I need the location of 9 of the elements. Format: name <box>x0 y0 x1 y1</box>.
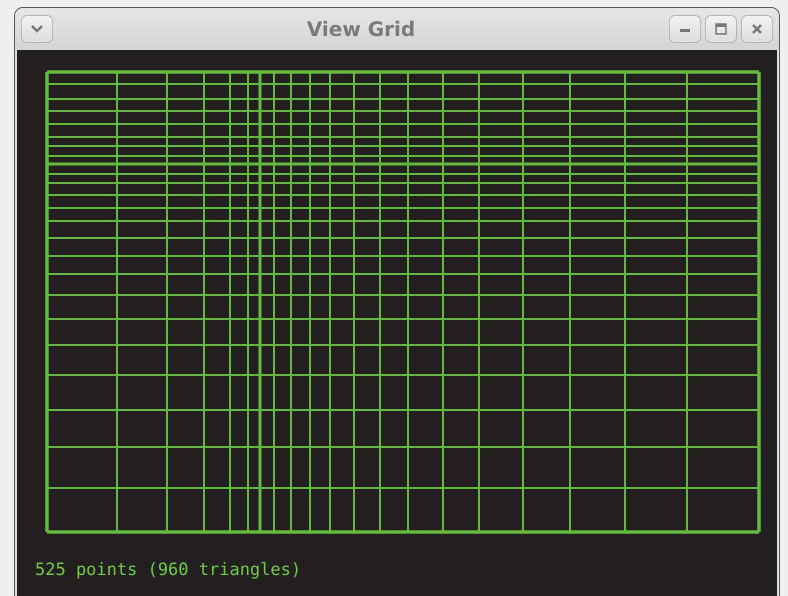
status-text: 525 points (960 triangles) <box>35 560 302 580</box>
window-title: View Grid <box>306 17 416 41</box>
chevron-down-icon <box>30 24 44 34</box>
close-button[interactable] <box>741 15 773 43</box>
close-icon <box>751 23 763 35</box>
maximize-button[interactable] <box>705 15 737 43</box>
minimize-button[interactable] <box>669 15 701 43</box>
maximize-icon <box>715 23 727 35</box>
window-menu-button[interactable] <box>21 15 53 43</box>
